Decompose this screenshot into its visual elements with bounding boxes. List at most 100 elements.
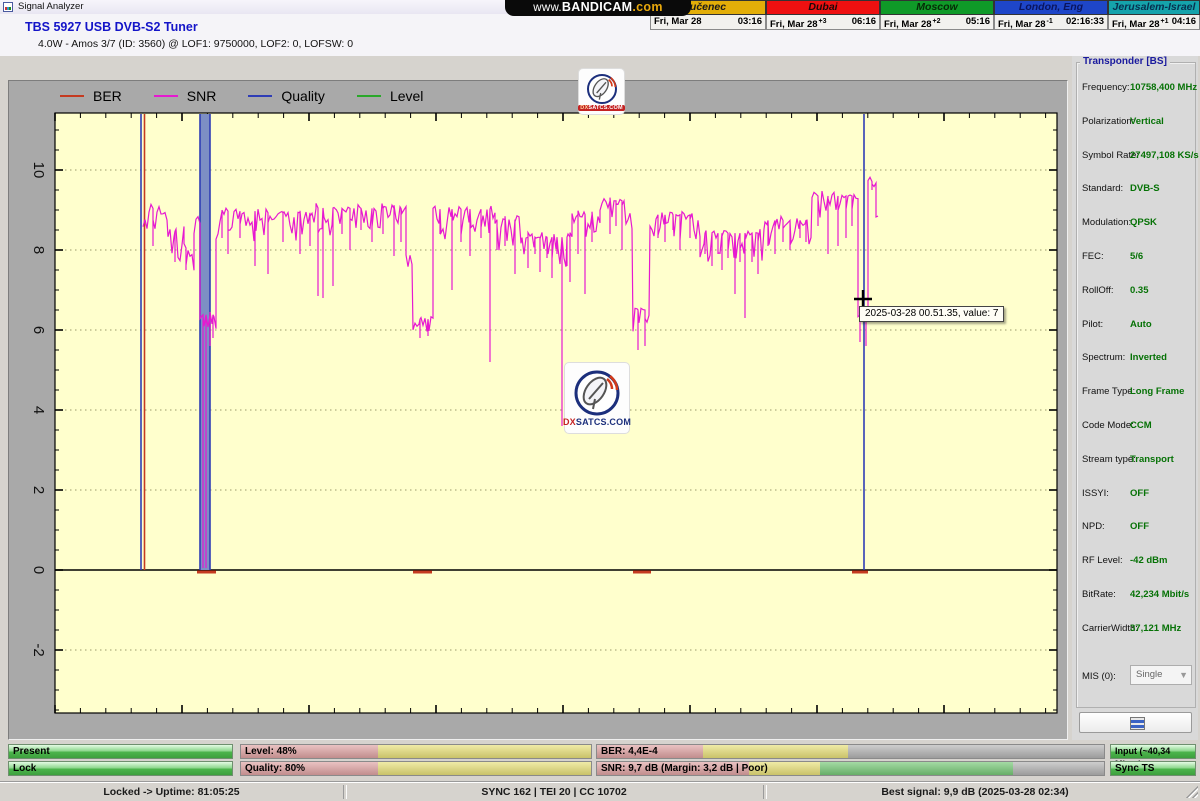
transponder-row: NPD: OFF: [1072, 521, 1190, 535]
svg-text:2: 2: [30, 486, 47, 494]
transponder-row: RF Level: -42 dBm: [1072, 555, 1190, 569]
transponder-row: Frame Type: Long Frame: [1072, 386, 1190, 400]
bar-zone: [820, 762, 1013, 775]
bar-label: BER: 4,4E-4: [601, 746, 658, 757]
legend-label: Level: [389, 88, 424, 104]
clock-date: Fri, Mar 28+1: [1112, 18, 1169, 31]
row-label: Code Mode:: [1082, 420, 1134, 431]
window-title: Signal Analyzer: [18, 1, 84, 12]
transponder-row: Stream type: Transport: [1072, 454, 1190, 468]
bar-label: SNR: 9,7 dB (Margin: 3,2 dB | Poor): [601, 763, 768, 774]
device-title: TBS 5927 USB DVB-S2 Tuner: [25, 20, 198, 34]
transponder-row: Pilot: Auto: [1072, 319, 1190, 333]
row-value: 5/6: [1130, 251, 1144, 262]
transponder-row: Polarization: Vertical: [1072, 116, 1190, 130]
quality-line-swatch: [248, 95, 273, 97]
snr-bar: SNR: 9,7 dB (Margin: 3,2 dB | Poor): [596, 761, 1105, 776]
row-value: 27497,108 KS/s: [1130, 149, 1199, 161]
clock-city-header: Dubai: [766, 0, 880, 15]
stream-list-button[interactable]: [1079, 712, 1192, 733]
dxsatcs-label: DXSATCS.COM: [562, 417, 632, 427]
statusbar: Locked -> Uptime: 81:05:25 SYNC 162 | TE…: [0, 782, 1200, 801]
device-subtitle: 4.0W - Amos 3/7 (ID: 3560) @ LOF1: 97500…: [38, 38, 354, 50]
svg-text:4: 4: [30, 406, 47, 414]
ber-bar: BER: 4,4E-4: [596, 744, 1105, 759]
transponder-row: BitRate: 42,234 Mbit/s: [1072, 589, 1190, 603]
row-value: OFF: [1130, 521, 1149, 533]
chevron-down-icon: ▼: [1179, 670, 1188, 680]
bandicam-suffix: .com: [632, 0, 663, 14]
dxsatcs-watermark-top: DXSATCS.COM: [578, 68, 625, 115]
clock-jerusalem: Jerusalem-Israel Fri, Mar 28+1 04:16: [1108, 0, 1200, 31]
row-label: RollOff:: [1082, 284, 1114, 296]
bar-zone: [377, 762, 591, 775]
resize-grip[interactable]: [1186, 786, 1198, 798]
transponder-row: CarrierWidth: 37,121 MHz: [1072, 623, 1190, 637]
present-indicator: Present: [8, 744, 233, 759]
legend-label: SNR: [186, 88, 217, 104]
status-uptime: Locked -> Uptime: 81:05:25: [103, 786, 240, 798]
row-value: 10758,400 MHz: [1130, 82, 1198, 93]
legend-item-ber: BER: [60, 88, 122, 104]
row-label: BitRate:: [1082, 589, 1116, 600]
bandicam-brand: BANDICAM: [561, 0, 633, 14]
list-icon: [1130, 717, 1145, 730]
row-value: OFF: [1130, 487, 1149, 499]
row-label: ISSYI:: [1082, 487, 1109, 499]
svg-text:-2: -2: [30, 643, 47, 656]
quality-bar: Quality: 80%: [240, 761, 592, 776]
app-icon: [3, 2, 13, 12]
row-value: DVB-S: [1130, 183, 1160, 195]
clock-city-header: London, Eng: [994, 0, 1108, 15]
row-label: Frequency:: [1082, 82, 1130, 93]
row-label: Pilot:: [1082, 318, 1104, 330]
clock-city-header: Moscow: [880, 0, 994, 15]
clock-date: Fri, Mar 28-1: [998, 18, 1053, 31]
bandicam-prefix: www.: [533, 2, 562, 14]
row-value: CCM: [1130, 420, 1152, 431]
clock-date: Fri, Mar 28+2: [884, 18, 941, 31]
transponder-row: RollOff: 0.35: [1072, 285, 1190, 299]
legend-label: BER: [93, 88, 122, 104]
transponder-row: Frequency: 10758,400 MHz: [1072, 82, 1197, 96]
legend-item-level: Level: [356, 88, 424, 104]
clock-time: 06:16: [851, 16, 876, 27]
clock-time: 05:16: [965, 16, 990, 27]
clock-dubai: Dubai Fri, Mar 28+3 06:16: [766, 0, 880, 31]
input-indicator: Input (~40,34 Mbps): [1110, 744, 1196, 769]
status-sync: SYNC 162 | TEI 20 | CC 10702: [481, 786, 627, 798]
row-value: 42,234 Mbit/s: [1130, 589, 1190, 600]
dxsatcs-label: DXSATCS.COM: [578, 104, 625, 111]
row-label: Standard:: [1082, 183, 1124, 195]
transponder-row: ISSYI: OFF: [1072, 488, 1190, 502]
bar-zone: [847, 745, 1104, 758]
signal-chart[interactable]: 10 8 6 4 2 0 -2: [8, 80, 1068, 740]
svg-text:8: 8: [30, 246, 47, 254]
transponder-row: Standard: DVB-S: [1072, 183, 1190, 197]
row-label: FEC:: [1082, 251, 1104, 262]
chart-legend: BER SNR Quality Level: [60, 86, 423, 106]
lock-indicator: Lock: [8, 761, 233, 776]
bandicam-watermark: www.BANDICAM.com: [505, 0, 691, 16]
transponder-row: Symbol Rate: 27497,108 KS/s: [1072, 150, 1199, 164]
svg-text:10: 10: [30, 162, 47, 179]
bar-label: Level: 48%: [245, 746, 297, 757]
clock-time: 04:16: [1171, 16, 1196, 27]
satellite-dish-icon: [586, 73, 617, 104]
satellite-dish-icon: [574, 370, 620, 416]
row-value: 0.35: [1130, 284, 1149, 296]
clock-time: 02:16:33: [1065, 16, 1104, 27]
status-best-signal: Best signal: 9,9 dB (2025-03-28 02:34): [881, 786, 1069, 798]
row-value: Transport: [1130, 453, 1174, 465]
bar-zone: [703, 745, 848, 758]
transponder-row: Code Mode: CCM: [1072, 420, 1190, 434]
clock-city-header: Jerusalem-Israel: [1108, 0, 1200, 15]
bar-zone: [1012, 762, 1104, 775]
row-label: Stream type:: [1082, 453, 1136, 465]
clock-datetime: Fri, Mar 28-1 02:16:33: [994, 15, 1108, 30]
row-label: Frame Type:: [1082, 386, 1136, 398]
dxsatcs-watermark-center: DXSATCS.COM: [562, 362, 632, 434]
row-label: RF Level:: [1082, 555, 1123, 567]
mis-select[interactable]: Single ▼: [1130, 665, 1192, 685]
row-value: Long Frame: [1130, 386, 1185, 398]
